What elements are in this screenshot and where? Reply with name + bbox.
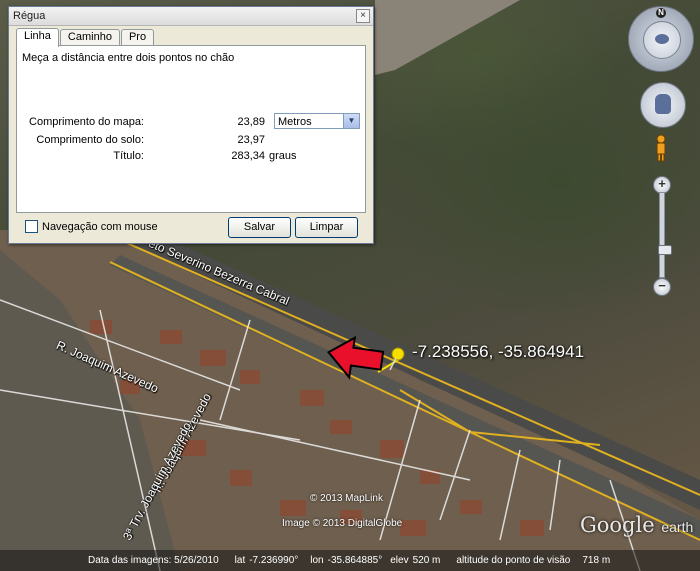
lat-value: -7.236990° — [249, 555, 299, 566]
mouse-nav-checkbox[interactable] — [25, 220, 38, 233]
top-building — [375, 0, 520, 75]
unit-select[interactable]: Metros ▼ — [274, 113, 360, 129]
mouse-nav-option[interactable]: Navegação com mouse — [25, 220, 158, 233]
eye-icon — [655, 34, 669, 44]
dialog-title-bar[interactable]: Régua × — [9, 7, 373, 26]
close-button[interactable]: × — [356, 9, 370, 23]
copyright-digitalglobe: Image © 2013 DigitalGlobe — [282, 518, 403, 529]
compass-control[interactable]: N — [628, 6, 694, 72]
tab-linha[interactable]: Linha — [16, 28, 59, 47]
map-length-value: 23,89 — [237, 116, 265, 128]
chevron-down-icon[interactable]: ▼ — [343, 114, 359, 128]
copyright-maplink: © 2013 MapLink — [310, 493, 383, 504]
ruler-dialog: Régua × Linha Caminho Pro Meça a distânc… — [8, 6, 374, 244]
tab-pro[interactable]: Pro — [120, 29, 155, 46]
imagery-date: Data das imagens: 5/26/2010 — [88, 555, 219, 566]
north-indicator[interactable]: N — [656, 8, 666, 18]
heading-value: 283,34 — [231, 150, 265, 162]
dialog-title: Régua — [13, 10, 46, 22]
elev-label: elev — [390, 555, 409, 566]
google-earth-logo: Google earth — [580, 513, 694, 537]
tab-panel: Meça a distância entre dois pontos no ch… — [16, 45, 366, 213]
clear-button[interactable]: Limpar — [295, 217, 358, 238]
ground-length-value: 23,97 — [237, 134, 265, 146]
lon-value: -35.864885° — [327, 555, 383, 566]
zoom-thumb[interactable] — [658, 245, 672, 255]
save-button[interactable]: Salvar — [228, 217, 291, 238]
pin-coordinates: -7.238556, -35.864941 — [412, 342, 585, 361]
zoom-out-button[interactable]: − — [653, 278, 671, 296]
elev-value: 520 m — [412, 555, 441, 566]
zoom-slider[interactable]: + − — [653, 176, 672, 296]
move-joystick[interactable] — [643, 21, 681, 59]
pegman-icon[interactable] — [654, 134, 668, 162]
lon-label: lon — [310, 555, 324, 566]
unit-select-value: Metros — [278, 116, 312, 128]
lat-label: lat — [234, 555, 246, 566]
eye-alt-label: altitude do ponto de visão — [456, 555, 571, 566]
hand-icon — [655, 94, 671, 114]
description: Meça a distância entre dois pontos no ch… — [22, 52, 235, 64]
zoom-track[interactable] — [658, 192, 672, 278]
heading-unit: graus — [269, 150, 297, 162]
status-bar: Data das imagens: 5/26/2010 lat -7.23699… — [0, 550, 700, 571]
map-length-label: Comprimento do mapa: — [29, 116, 144, 128]
heading-label: Título: — [113, 150, 144, 162]
tab-caminho[interactable]: Caminho — [59, 29, 120, 46]
ground-length-label: Comprimento do solo: — [36, 134, 144, 146]
look-joystick[interactable] — [640, 82, 686, 128]
tab-bar: Linha Caminho Pro — [16, 28, 155, 47]
eye-alt-value: 718 m — [582, 555, 611, 566]
mouse-nav-label: Navegação com mouse — [42, 220, 158, 233]
